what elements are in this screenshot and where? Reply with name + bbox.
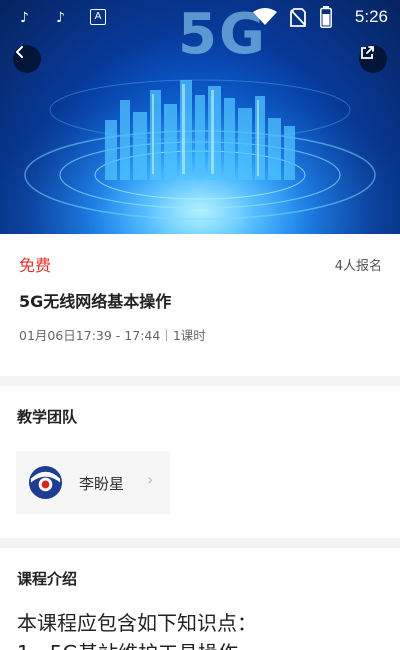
share-button[interactable] <box>359 45 387 73</box>
app-icon: A <box>90 9 106 25</box>
intro-text-line: 1、5G基站维护工具操作 <box>17 637 238 650</box>
teacher-card[interactable]: 李盼星 › <box>16 451 170 514</box>
teacher-name: 李盼星 <box>79 475 125 493</box>
signup-count: 4人报名 <box>334 259 382 274</box>
course-intro-section: 课程介绍 本课程应包含如下知识点： 1、5G基站维护工具操作 <box>0 548 400 650</box>
share-icon <box>361 46 374 59</box>
back-button[interactable] <box>13 45 41 73</box>
intro-text-line: 本课程应包含如下知识点： <box>17 611 257 635</box>
tiktok-icon: ♪ <box>20 10 29 26</box>
status-bar: ♪ ♪ A 5:26 <box>0 0 400 36</box>
status-time: 5:26 <box>354 7 388 26</box>
tiktok-icon: ♪ <box>56 10 65 26</box>
team-heading: 教学团队 <box>17 408 78 426</box>
course-info-card: 免费 4人报名 5G无线网络基本操作 01月06日17:39 - 17:44｜1… <box>0 234 400 376</box>
chevron-right-icon: › <box>147 470 154 489</box>
chevron-left-icon <box>16 46 23 58</box>
teaching-team-section: 教学团队 李盼星 › <box>0 386 400 538</box>
course-schedule: 01月06日17:39 - 17:44｜1课时 <box>19 328 206 343</box>
course-detail-page: 5G ♪ ♪ A 5:26 免费 4人报名 5G无线网络基本操作 01月06日1… <box>0 0 400 650</box>
no-sim-icon <box>290 8 306 27</box>
battery-icon <box>320 6 332 28</box>
wifi-icon <box>253 8 277 25</box>
intro-heading: 课程介绍 <box>17 570 78 588</box>
hero-banner: 5G ♪ ♪ A 5:26 <box>0 0 400 234</box>
avatar <box>28 465 63 500</box>
price-label: 免费 <box>19 256 52 275</box>
course-title: 5G无线网络基本操作 <box>19 292 172 311</box>
